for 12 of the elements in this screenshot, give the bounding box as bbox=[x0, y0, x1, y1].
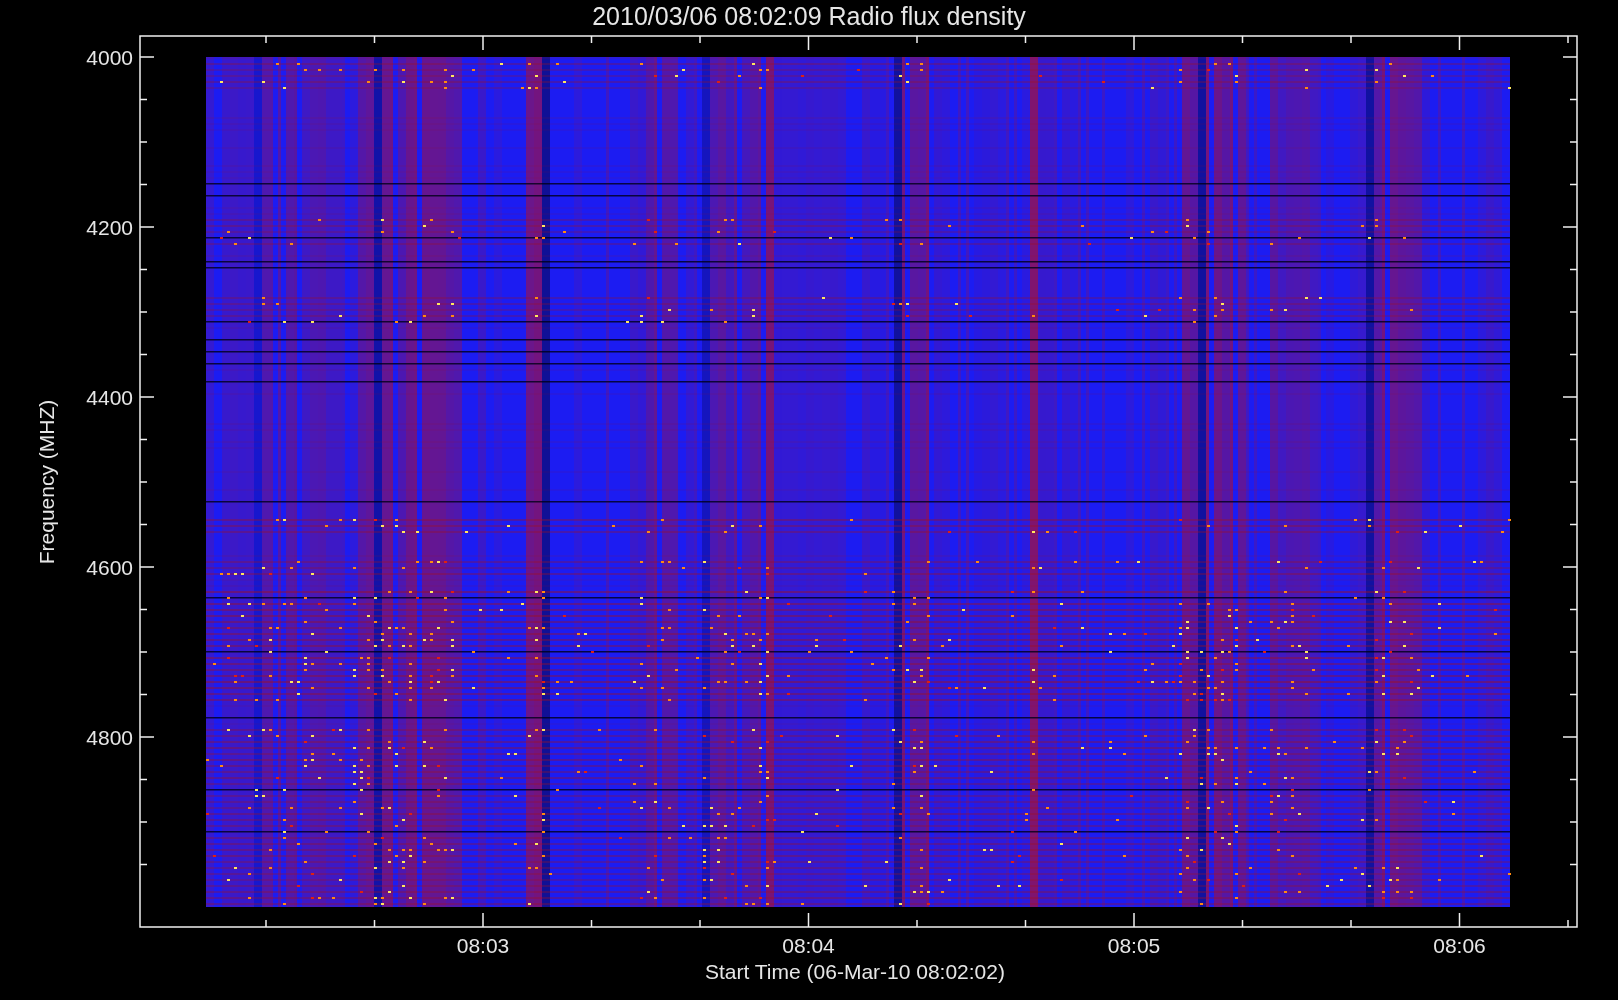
x-tick-label: 08:03 bbox=[456, 934, 510, 957]
y-tick-label: 4600 bbox=[86, 556, 133, 579]
x-tick-label: 08:06 bbox=[1433, 934, 1486, 957]
y-axis-label: Frequency (MHZ) bbox=[35, 399, 58, 565]
x-tick-label: 08:04 bbox=[782, 934, 835, 957]
y-tick-label: 4200 bbox=[86, 216, 133, 239]
plot-title: 2010/03/06 08:02:09 Radio flux density bbox=[592, 2, 1026, 30]
x-tick-label: 08:05 bbox=[1107, 934, 1161, 957]
y-tick-label: 4000 bbox=[86, 46, 133, 69]
x-axis-label: Start Time (06-Mar-10 08:02:02) bbox=[705, 960, 1005, 983]
y-tick-label: 4400 bbox=[86, 386, 133, 409]
y-tick-label: 4800 bbox=[86, 726, 133, 749]
